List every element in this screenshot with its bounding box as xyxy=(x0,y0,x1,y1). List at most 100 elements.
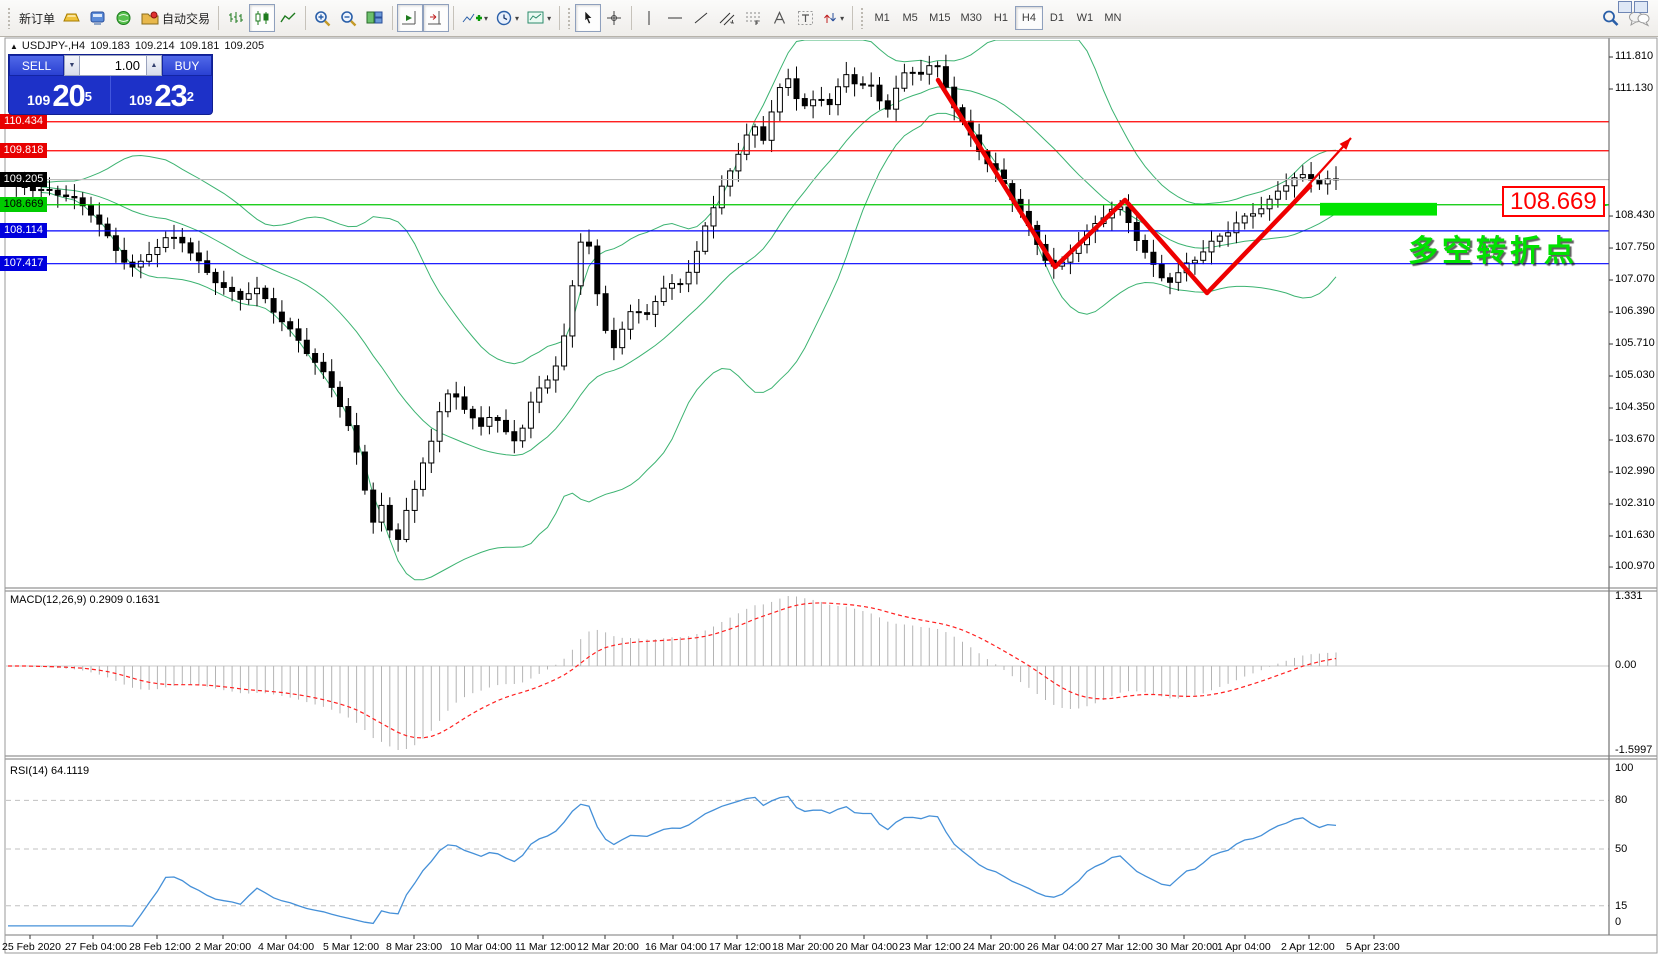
symbol-name: USDJPY-,H4 xyxy=(22,40,85,52)
buy-price-area[interactable]: 109 23 2 xyxy=(111,76,212,113)
auto-trading-button[interactable]: 自动交易 xyxy=(137,4,214,32)
price-tick-label: 103.670 xyxy=(1615,433,1655,445)
arrows-tool-button[interactable]: ▾ xyxy=(818,4,848,32)
macd-indicator-label: MACD(12,26,9) 0.2909 0.1631 xyxy=(10,594,160,606)
green-globe-icon xyxy=(115,10,133,26)
horizontal-line-icon xyxy=(667,10,683,26)
auto-scroll-button[interactable] xyxy=(397,4,423,32)
add-indicator-button[interactable]: ▾ xyxy=(458,4,492,32)
chart-shift-icon xyxy=(427,10,445,26)
toolbar-separator xyxy=(559,6,560,30)
cursor-tool-button[interactable] xyxy=(575,4,601,32)
collapse-panel-icon[interactable]: ▲ xyxy=(10,42,18,51)
timeframe-m5-button[interactable]: M5 xyxy=(896,6,924,30)
price-tick-label: 102.990 xyxy=(1615,465,1655,477)
sell-button[interactable]: SELL xyxy=(9,55,64,76)
line-chart-mode-button[interactable] xyxy=(275,4,301,32)
timeframe-w1-button[interactable]: W1 xyxy=(1071,6,1099,30)
new-order-button[interactable]: 新订单 xyxy=(15,4,59,32)
text-tool-button[interactable] xyxy=(766,4,792,32)
bar-chart-mode-button[interactable] xyxy=(223,4,249,32)
crosshair-tool-button[interactable] xyxy=(601,4,627,32)
timeframe-mn-button[interactable]: MN xyxy=(1099,6,1127,30)
rsi-indicator-label: RSI(14) 64.1119 xyxy=(10,765,89,777)
window-restore-icon[interactable] xyxy=(1634,1,1648,13)
market-watch-button[interactable] xyxy=(59,4,85,32)
zoom-out-button[interactable] xyxy=(336,4,362,32)
zoom-in-icon xyxy=(314,10,332,27)
timeframe-h1-button[interactable]: H1 xyxy=(987,6,1015,30)
template-chart-icon xyxy=(527,10,545,26)
ohlc-low: 109.181 xyxy=(180,40,220,52)
periods-button[interactable]: ▾ xyxy=(492,4,523,32)
tile-windows-icon xyxy=(366,10,384,26)
trendline-tool-button[interactable] xyxy=(688,4,714,32)
time-axis-label: 12 Mar 20:00 xyxy=(577,941,639,953)
rsi-axis-label: 80 xyxy=(1615,794,1627,806)
sell-price-area[interactable]: 109 20 5 xyxy=(9,76,111,113)
price-tick-label: 105.030 xyxy=(1615,369,1655,381)
sell-price-sup: 5 xyxy=(85,83,92,111)
terminal-button[interactable] xyxy=(85,4,111,32)
mt4-application: 新订单 自动交易 xyxy=(0,0,1658,954)
chart-window: ▲USDJPY-,H4109.183109.214109.181109.205 … xyxy=(0,37,1658,954)
timeframe-bar: M1M5M15M30H1H4D1W1MN xyxy=(868,6,1127,30)
macd-axis-label: 1.331 xyxy=(1615,590,1643,602)
rsi-axis-label: 100 xyxy=(1615,762,1633,774)
candlestick-icon xyxy=(253,10,271,26)
window-minimize-icon[interactable] xyxy=(1618,1,1632,13)
price-level-badge: 110.434 xyxy=(0,114,47,129)
timeframe-d1-button[interactable]: D1 xyxy=(1043,6,1071,30)
price-callout-label[interactable]: 108.669 xyxy=(1502,186,1605,217)
candlestick-mode-button[interactable] xyxy=(249,4,275,32)
vertical-line-tool-button[interactable] xyxy=(636,4,662,32)
toolbar-separator xyxy=(852,6,853,30)
time-axis-label: 18 Mar 20:00 xyxy=(772,941,834,953)
price-tick-label: 100.970 xyxy=(1615,560,1655,572)
horizontal-line-tool-button[interactable] xyxy=(662,4,688,32)
channel-tool-button[interactable] xyxy=(714,4,740,32)
time-axis-label: 23 Mar 12:00 xyxy=(899,941,961,953)
fibonacci-tool-button[interactable] xyxy=(740,4,766,32)
buy-price-head: 109 xyxy=(129,89,152,111)
text-label-icon xyxy=(797,10,814,26)
new-order-label: 新订单 xyxy=(19,10,55,27)
toolbar-grip[interactable] xyxy=(567,7,572,29)
timeframe-m15-button[interactable]: M15 xyxy=(924,6,955,30)
dropdown-caret-icon: ▾ xyxy=(840,14,844,23)
auto-scroll-icon xyxy=(401,10,419,26)
zoom-in-button[interactable] xyxy=(310,4,336,32)
timeframe-m30-button[interactable]: M30 xyxy=(956,6,987,30)
templates-button[interactable]: ▾ xyxy=(523,4,555,32)
toolbar-grip[interactable] xyxy=(7,7,12,29)
volume-increase-button[interactable]: ▲ xyxy=(146,55,162,76)
price-level-badge: 109.205 xyxy=(0,172,47,187)
highlight-zone[interactable] xyxy=(1320,203,1437,216)
price-chart-canvas[interactable] xyxy=(0,37,1658,954)
time-axis-label: 2 Apr 12:00 xyxy=(1281,941,1335,953)
volume-decrease-button[interactable]: ▼ xyxy=(64,55,80,76)
trend-zigzag-line[interactable] xyxy=(938,80,1310,293)
time-axis-label: 8 Mar 23:00 xyxy=(386,941,442,953)
channel-icon xyxy=(719,10,736,26)
pivot-annotation-text[interactable]: 多空转折点 xyxy=(1408,226,1578,270)
price-level-badge: 108.114 xyxy=(0,223,47,238)
chart-shift-button[interactable] xyxy=(423,4,449,32)
timeframe-h4-button[interactable]: H4 xyxy=(1015,6,1043,30)
timeframe-m1-button[interactable]: M1 xyxy=(868,6,896,30)
crosshair-icon xyxy=(606,10,622,26)
ohlc-open: 109.183 xyxy=(90,40,130,52)
time-axis-label: 24 Mar 20:00 xyxy=(963,941,1025,953)
buy-price-big: 23 xyxy=(154,80,186,111)
time-axis-label: 5 Apr 23:00 xyxy=(1346,941,1400,953)
price-tick-label: 111.810 xyxy=(1615,50,1653,62)
text-label-tool-button[interactable] xyxy=(792,4,818,32)
buy-button[interactable]: BUY xyxy=(162,55,212,76)
volume-input[interactable] xyxy=(80,55,146,76)
price-tick-label: 105.710 xyxy=(1615,337,1655,349)
navigator-button[interactable] xyxy=(111,4,137,32)
tile-windows-button[interactable] xyxy=(362,4,388,32)
toolbar-separator xyxy=(392,6,393,30)
toolbar-grip[interactable] xyxy=(860,7,865,29)
time-axis-label: 11 Mar 12:00 xyxy=(515,941,576,953)
